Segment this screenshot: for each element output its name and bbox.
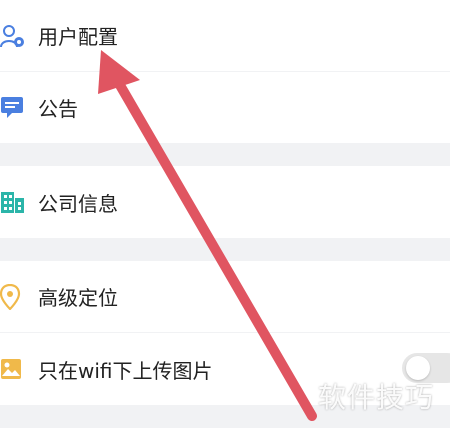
user-settings-icon <box>0 23 26 49</box>
location-pin-icon <box>0 283 26 310</box>
menu-item-label: 只在wifi下上传图片 <box>38 358 213 383</box>
menu-item-location[interactable]: 高级定位 <box>0 261 450 332</box>
menu-item-company-info[interactable]: 公司信息 <box>0 166 450 238</box>
menu-item-label: 用户配置 <box>38 25 118 49</box>
menu-item-label: 公告 <box>38 97 78 121</box>
watermark-text: 软件技巧 <box>318 381 435 414</box>
menu-item-label: 高级定位 <box>38 286 118 310</box>
image-icon <box>0 356 26 382</box>
building-icon <box>0 189 26 215</box>
menu-item-user-config[interactable]: 用户配置 <box>0 0 450 71</box>
menu-item-notice[interactable]: 公告 <box>0 72 450 143</box>
message-icon <box>0 95 26 121</box>
menu-item-label: 公司信息 <box>38 191 118 216</box>
